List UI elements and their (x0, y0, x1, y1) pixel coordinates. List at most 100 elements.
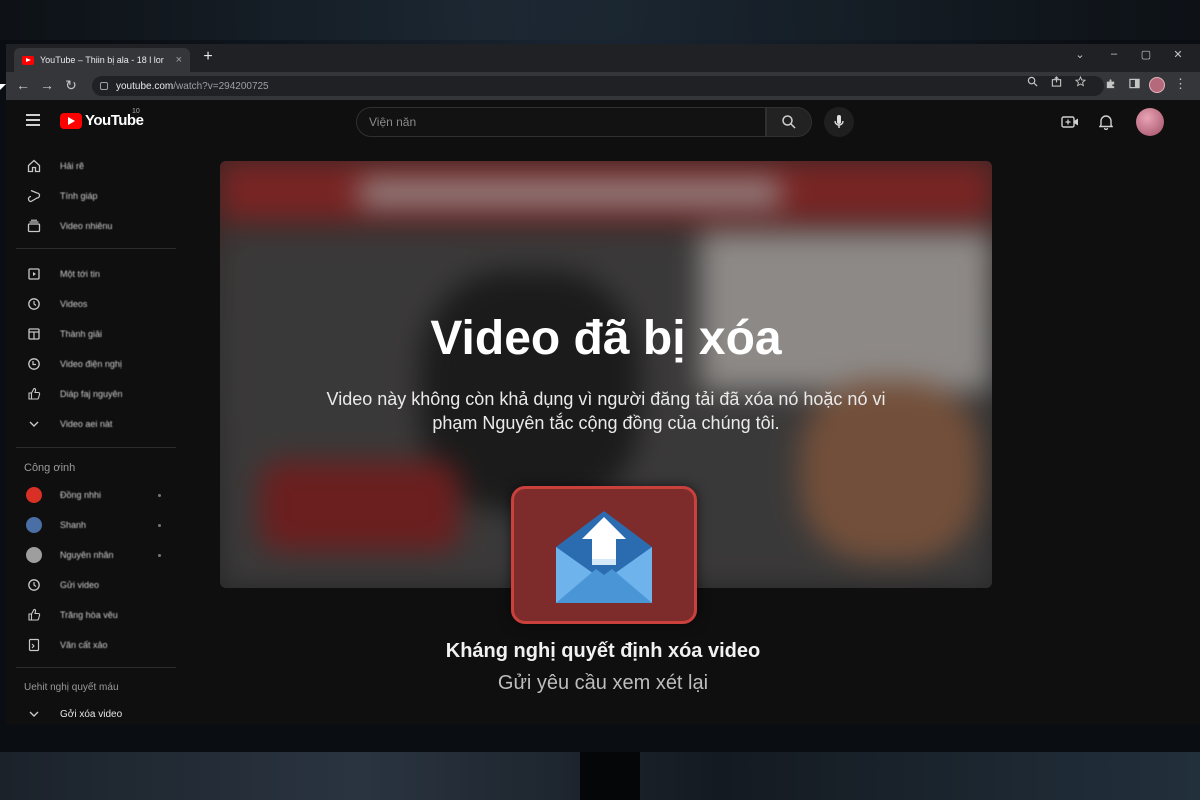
tab-close-button[interactable]: × (176, 54, 182, 66)
sidebar-divider (16, 248, 176, 249)
browser-tab[interactable]: YouTube – Thiin bị ala - 18 l lor × (14, 48, 190, 72)
removed-video-description: Video này không còn khả dụng vì người đă… (326, 389, 886, 433)
channel-name: Gửi video (60, 580, 100, 590)
liked-icon (26, 386, 42, 402)
removed-video-title: Video đã bị xóa (430, 312, 782, 365)
url-host: youtube.com (116, 80, 174, 92)
sidebar: Hải rẽ Tính giáp Video nhiênu Một tới ti… (6, 144, 178, 724)
browser-tab-bar: YouTube – Thiin bị ala - 18 l lor × + ⌄ … (6, 44, 1200, 72)
sidebar-item-show-more[interactable]: Video aei nàt (6, 409, 178, 439)
minimize-button[interactable]: – (1104, 48, 1124, 60)
library-icon (26, 266, 42, 282)
sidebar-item-label: Diáp faj nguyên (60, 389, 123, 399)
tab-title: YouTube – Thiin bị ala - 18 l lor (40, 55, 164, 65)
new-content-dot (158, 493, 161, 497)
youtube-favicon-icon (22, 55, 34, 65)
bell-icon (1099, 115, 1113, 130)
sidebar-item-label: Một tới tin (60, 269, 100, 279)
channel-avatar (26, 487, 42, 503)
sidebar-divider (16, 447, 176, 448)
back-button[interactable]: ← (14, 77, 32, 93)
sidebar-item-label: Tính giáp (60, 191, 98, 201)
history-icon (26, 296, 42, 312)
appeal-title: Kháng nghị quyết định xóa video (445, 640, 761, 662)
sidebar-item-history[interactable]: Videos (6, 289, 178, 319)
logo-country-code: 10 (132, 108, 140, 115)
appeal-subtitle: Gửi yêu cầu xem xét lại (497, 672, 709, 694)
zoom-icon[interactable] (1024, 76, 1040, 90)
sidebar-item-label: Videos (60, 299, 88, 309)
sidebar-channel[interactable]: Gửi video (6, 570, 178, 600)
sidebar-channel[interactable]: Nguyên nhân (6, 540, 178, 570)
clock-icon (26, 577, 42, 593)
bookmark-star-icon[interactable] (1072, 75, 1088, 90)
forward-button[interactable]: → (38, 77, 56, 93)
search-button[interactable] (766, 107, 812, 137)
channel-name: Nguyên nhân (60, 550, 114, 560)
sidebar-channel[interactable]: Đồng nhhi (6, 480, 178, 510)
browser-toolbar: ← → ↻ youtube.com /watch?v=294200725 ⋮ (6, 72, 1200, 100)
subscriptions-icon (26, 218, 42, 234)
channel-name: Shanh (60, 520, 87, 530)
lock-icon (100, 82, 108, 90)
share-icon[interactable] (1048, 76, 1064, 90)
sidebar-channel[interactable]: Trăng hòa vêu (6, 600, 178, 630)
sidebar-item-shorts[interactable]: Tính giáp (6, 181, 178, 211)
sidebar-item-label: Video aei nàt (60, 419, 113, 429)
watch-later-icon (26, 356, 42, 372)
sidebar-item-label: Gởi xóa video (60, 708, 123, 720)
reload-button[interactable]: ↻ (62, 77, 80, 94)
close-window-button[interactable]: ✕ (1168, 48, 1188, 61)
channel-name: Trăng hòa vêu (60, 610, 118, 620)
search-input[interactable]: Viện năn (356, 107, 766, 137)
search-icon (782, 115, 796, 129)
mail-upload-icon (556, 511, 652, 603)
microphone-icon (834, 115, 844, 128)
home-icon (26, 158, 42, 174)
chevron-down-icon (26, 706, 42, 722)
shorts-icon (26, 188, 42, 204)
sidebar-item-liked[interactable]: Diáp faj nguyên (6, 379, 178, 409)
sidebar-item-label: Video điện nghị (60, 359, 122, 369)
sidebar-item-label: Video nhiênu (60, 221, 113, 231)
channel-avatar (26, 517, 42, 533)
extensions-icon[interactable] (1102, 78, 1118, 92)
create-video-button[interactable] (1060, 112, 1080, 132)
monitor-stand (580, 752, 640, 800)
profile-avatar[interactable] (1149, 77, 1165, 93)
monitor-screen: YouTube – Thiin bị ala - 18 l lor × + ⌄ … (6, 44, 1200, 724)
appeal-button[interactable] (511, 486, 697, 624)
youtube-play-icon (60, 112, 82, 129)
background-top (0, 0, 1200, 40)
channel-avatar (26, 547, 42, 563)
sidebar-item-library[interactable]: Một tới tin (6, 259, 178, 289)
sidebar-item-label: Thành giải (60, 329, 103, 339)
chevron-down-icon (26, 416, 42, 432)
sidebar-item-watch-later[interactable]: Video điện nghị (6, 349, 178, 379)
menu-icon[interactable] (26, 114, 40, 126)
youtube-logo[interactable]: YouTube 10 (60, 108, 144, 129)
sidebar-item-your-videos[interactable]: Thành giải (6, 319, 178, 349)
thumbs-up-icon (26, 607, 42, 623)
sidebar-item-label: Hải rẽ (60, 161, 85, 171)
maximize-button[interactable]: ▢ (1136, 48, 1156, 61)
notifications-button[interactable] (1096, 112, 1116, 132)
sidebar-item-subscriptions[interactable]: Video nhiênu (6, 211, 178, 241)
create-video-icon (1061, 116, 1078, 128)
account-avatar[interactable] (1136, 108, 1164, 136)
address-bar[interactable]: youtube.com /watch?v=294200725 (92, 76, 1104, 96)
mouse-cursor-icon (0, 84, 6, 90)
sidebar-item-home[interactable]: Hải rẽ (6, 151, 178, 181)
sidebar-channel[interactable]: Shanh (6, 510, 178, 540)
new-tab-button[interactable]: + (198, 48, 218, 66)
side-panel-icon[interactable] (1126, 78, 1142, 92)
sidebar-item-send-deletion[interactable]: Gởi xóa video (6, 699, 178, 724)
your-videos-icon (26, 326, 42, 342)
browser-menu-icon[interactable]: ⋮ (1174, 76, 1187, 92)
voice-search-button[interactable] (824, 107, 854, 137)
sidebar-divider (16, 667, 176, 668)
photo-scene: YouTube – Thiin bị ala - 18 l lor × + ⌄ … (0, 0, 1200, 800)
tab-search-button[interactable]: ⌄ (1070, 48, 1090, 61)
url-path: /watch?v=294200725 (173, 80, 269, 92)
channel-name: Đồng nhhi (60, 490, 102, 500)
